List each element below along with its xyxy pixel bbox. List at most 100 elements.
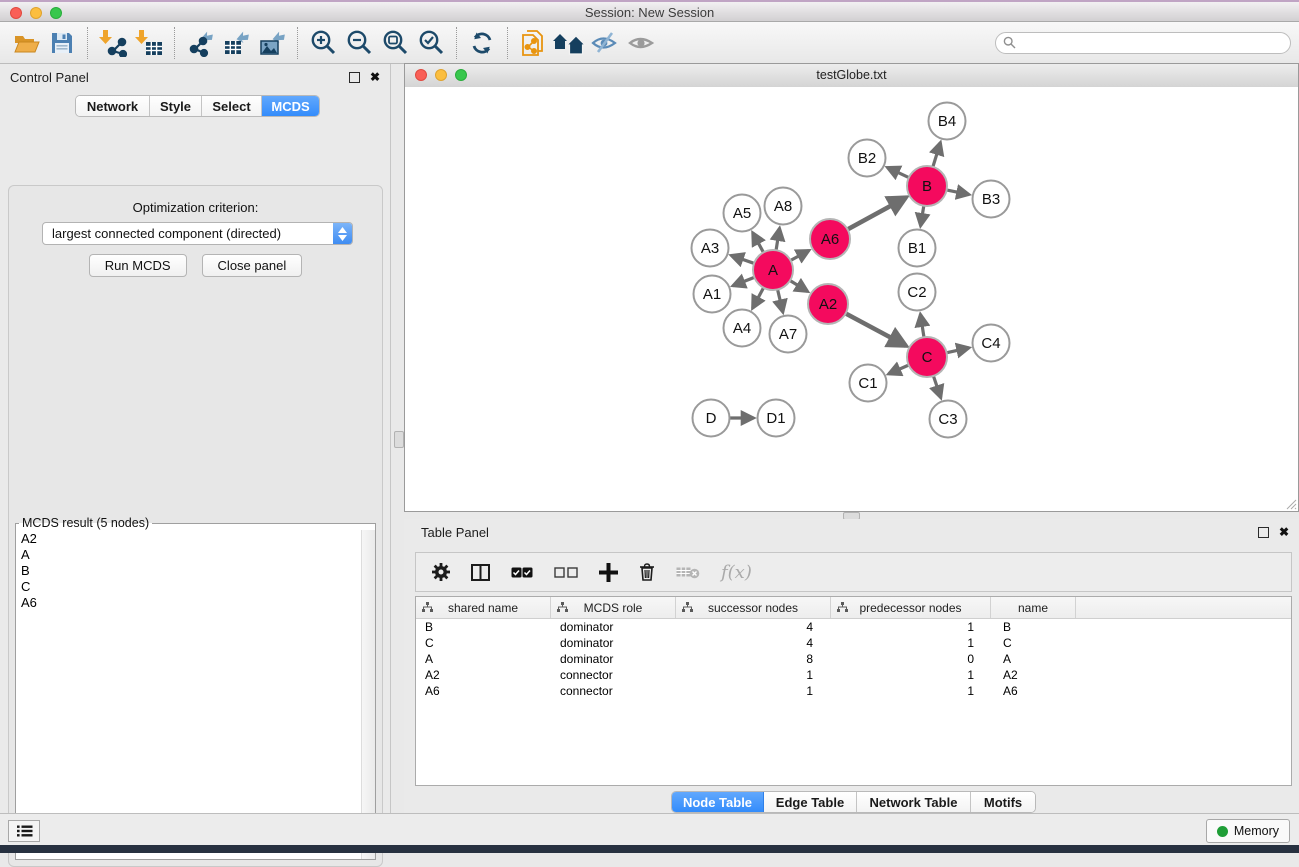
graph-edge-A6-B[interactable] bbox=[846, 198, 906, 231]
settings-gear-icon[interactable] bbox=[432, 563, 450, 581]
select-all-icon[interactable] bbox=[511, 567, 533, 578]
graph-edge-C-C4[interactable] bbox=[945, 348, 969, 353]
cell: 1 bbox=[676, 668, 831, 682]
desktop-background-strip bbox=[0, 845, 1299, 853]
import-table-button[interactable] bbox=[131, 26, 167, 60]
mcds-tab-body: Optimization criterion: largest connecte… bbox=[8, 185, 383, 867]
cell: C bbox=[416, 636, 551, 650]
graph-edge-A-A5[interactable] bbox=[753, 233, 765, 254]
column-header-MCDS-role[interactable]: MCDS role bbox=[551, 597, 676, 618]
toolbar-separator bbox=[297, 27, 298, 59]
show-all-eye-button[interactable] bbox=[623, 26, 659, 60]
zoom-fit-button[interactable] bbox=[377, 26, 413, 60]
save-session-button[interactable] bbox=[44, 26, 80, 60]
graph-edge-B-B1[interactable] bbox=[921, 204, 925, 226]
table-row[interactable]: Adominator80A bbox=[416, 651, 1291, 667]
task-history-button[interactable] bbox=[8, 820, 40, 842]
mcds-result-item[interactable]: B bbox=[21, 563, 375, 579]
network-canvas[interactable]: B4B2BB3A8A5A6A3B1AA1C2A2A4A7C4CC1C3DD1 bbox=[405, 87, 1298, 511]
cell: C bbox=[991, 636, 1076, 650]
graph-node-label: C3 bbox=[938, 411, 957, 428]
column-header-shared-name[interactable]: shared name bbox=[416, 597, 551, 618]
tab-edge-table[interactable]: Edge Table bbox=[764, 792, 857, 812]
graph-edge-A-A4[interactable] bbox=[753, 286, 765, 308]
export-image-button[interactable] bbox=[254, 26, 290, 60]
column-header-predecessor-nodes[interactable]: predecessor nodes bbox=[831, 597, 991, 618]
home-overview-button[interactable] bbox=[551, 26, 587, 60]
zoom-out-button[interactable] bbox=[341, 26, 377, 60]
mcds-result-item[interactable]: A bbox=[21, 547, 375, 563]
graph-node-label: C1 bbox=[858, 375, 877, 392]
table-row[interactable]: Cdominator41C bbox=[416, 635, 1291, 651]
tab-node-table[interactable]: Node Table bbox=[672, 792, 764, 812]
cell: 1 bbox=[831, 668, 991, 682]
export-network-button[interactable] bbox=[182, 26, 218, 60]
hide-selected-button[interactable] bbox=[587, 26, 623, 60]
app-titlebar: Session: New Session bbox=[0, 0, 1299, 22]
cell: 8 bbox=[676, 652, 831, 666]
cell: A6 bbox=[991, 684, 1076, 698]
graph-edge-B-B2[interactable] bbox=[887, 168, 910, 179]
run-mcds-button[interactable]: Run MCDS bbox=[89, 254, 187, 277]
graph-edge-A-A6[interactable] bbox=[789, 250, 809, 261]
network-window-titlebar[interactable]: testGlobe.txt bbox=[405, 64, 1298, 88]
mcds-result-item[interactable]: A6 bbox=[21, 595, 375, 611]
unselect-all-icon[interactable] bbox=[554, 567, 578, 578]
graph-node-label: C bbox=[922, 349, 933, 366]
graph-edge-A2-C[interactable] bbox=[844, 312, 906, 345]
zoom-in-button[interactable] bbox=[305, 26, 341, 60]
float-panel-icon[interactable] bbox=[349, 72, 360, 83]
search-box[interactable] bbox=[995, 32, 1291, 54]
open-file-button[interactable] bbox=[8, 26, 44, 60]
show-columns-icon[interactable] bbox=[471, 564, 490, 581]
cell: A2 bbox=[991, 668, 1076, 682]
delete-column-icon[interactable] bbox=[639, 563, 655, 581]
vertical-split-handle[interactable] bbox=[394, 431, 404, 448]
zoom-selected-button[interactable] bbox=[413, 26, 449, 60]
graph-edge-A-A3[interactable] bbox=[731, 255, 756, 264]
session-title: Session: New Session bbox=[0, 5, 1299, 20]
tab-network-table[interactable]: Network Table bbox=[857, 792, 971, 812]
table-row[interactable]: Bdominator41B bbox=[416, 619, 1291, 635]
graph-edge-B-B4[interactable] bbox=[932, 143, 940, 169]
graph-edge-A-A7[interactable] bbox=[777, 288, 783, 313]
export-table-button[interactable] bbox=[218, 26, 254, 60]
tab-motifs[interactable]: Motifs bbox=[971, 792, 1035, 812]
close-panel-button[interactable]: Close panel bbox=[202, 254, 303, 277]
close-panel-icon[interactable]: ✖ bbox=[370, 71, 380, 83]
graph-edge-C-C1[interactable] bbox=[889, 364, 911, 374]
refresh-layout-button[interactable] bbox=[464, 26, 500, 60]
zoom-out-icon bbox=[345, 29, 373, 57]
tab-mcds[interactable]: MCDS bbox=[262, 96, 319, 116]
mcds-result-item[interactable]: A2 bbox=[21, 531, 375, 547]
criterion-value: largest connected component (directed) bbox=[43, 226, 333, 241]
graph-edge-A-A2[interactable] bbox=[788, 279, 807, 291]
table-row[interactable]: A2connector11A2 bbox=[416, 667, 1291, 683]
column-header-successor-nodes[interactable]: successor nodes bbox=[676, 597, 831, 618]
graph-edge-C-C3[interactable] bbox=[933, 374, 941, 398]
float-table-panel-icon[interactable] bbox=[1258, 527, 1269, 538]
network-file-button[interactable] bbox=[515, 26, 551, 60]
table-header-row: shared nameMCDS rolesuccessor nodesprede… bbox=[416, 597, 1291, 619]
close-table-panel-icon[interactable]: ✖ bbox=[1279, 526, 1289, 538]
graph-edge-A-A1[interactable] bbox=[733, 277, 756, 286]
resize-grip-icon[interactable] bbox=[1284, 497, 1297, 510]
tab-select[interactable]: Select bbox=[202, 96, 262, 116]
mcds-result-item[interactable]: C bbox=[21, 579, 375, 595]
add-column-icon[interactable] bbox=[599, 563, 618, 582]
graph-edge-B-B3[interactable] bbox=[945, 190, 969, 195]
import-network-button[interactable] bbox=[95, 26, 131, 60]
table-panel: Table Panel ✖ bbox=[404, 519, 1299, 813]
tab-style[interactable]: Style bbox=[150, 96, 202, 116]
graph-edge-A-A8[interactable] bbox=[776, 228, 780, 252]
tab-network[interactable]: Network bbox=[76, 96, 150, 116]
memory-button[interactable]: Memory bbox=[1206, 819, 1290, 843]
search-input[interactable] bbox=[1016, 35, 1290, 51]
criterion-select[interactable]: largest connected component (directed) bbox=[42, 222, 353, 245]
table-row[interactable]: A6connector11A6 bbox=[416, 683, 1291, 699]
column-header-name[interactable]: name bbox=[991, 597, 1076, 618]
graph-node-label: A5 bbox=[733, 205, 751, 222]
home-icon bbox=[552, 30, 586, 56]
graph-edge-C-C2[interactable] bbox=[920, 314, 924, 339]
list-scrollbar[interactable] bbox=[361, 530, 375, 859]
